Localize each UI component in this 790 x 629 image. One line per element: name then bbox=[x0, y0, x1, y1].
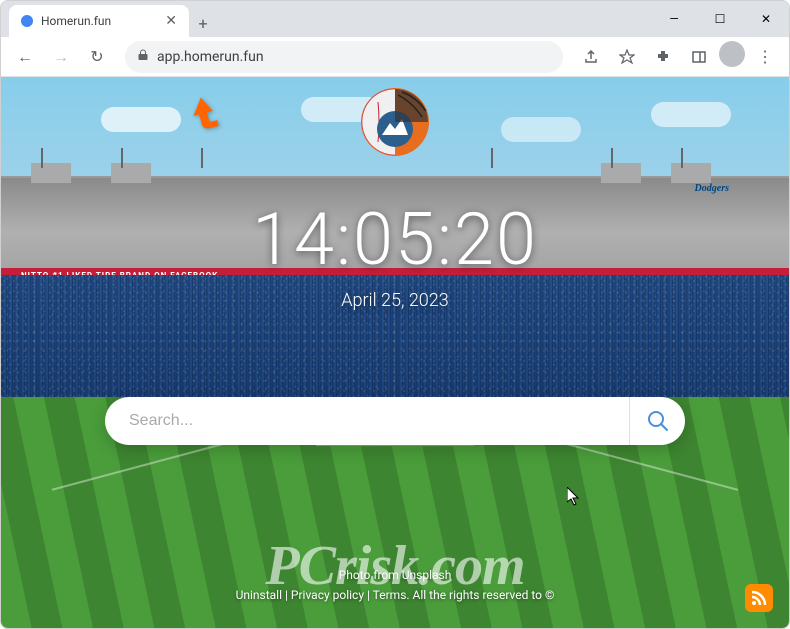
search-bar bbox=[105, 397, 685, 445]
photo-credit: Photo from Unsplash bbox=[1, 568, 789, 582]
browser-nav-bar: ← → ↻ app.homerun.fun ⋮ bbox=[1, 37, 789, 77]
share-button[interactable] bbox=[575, 41, 607, 73]
toolbar-icons: ⋮ bbox=[575, 41, 781, 73]
lock-icon bbox=[137, 49, 149, 64]
clock-date: April 25, 2023 bbox=[1, 290, 789, 311]
arrow-annotation bbox=[185, 93, 225, 137]
sidepanel-button[interactable] bbox=[683, 41, 715, 73]
forward-button[interactable]: → bbox=[45, 41, 77, 73]
url-text: app.homerun.fun bbox=[157, 49, 264, 65]
maximize-button[interactable]: ☐ bbox=[697, 1, 743, 37]
bookmark-button[interactable] bbox=[611, 41, 643, 73]
new-tab-button[interactable]: + bbox=[189, 9, 217, 37]
tab-title: Homerun.fun bbox=[41, 14, 111, 28]
mouse-cursor-icon bbox=[567, 487, 583, 511]
rss-button[interactable] bbox=[745, 584, 773, 612]
search-icon bbox=[647, 410, 669, 432]
profile-button[interactable] bbox=[719, 41, 745, 67]
browser-title-bar: Homerun.fun ✕ + — ☐ ✕ bbox=[1, 1, 789, 37]
back-button[interactable]: ← bbox=[9, 41, 41, 73]
browser-window: Homerun.fun ✕ + — ☐ ✕ ← → ↻ app.homerun.… bbox=[0, 0, 790, 629]
rss-icon bbox=[750, 589, 768, 607]
footer-links[interactable]: Uninstall | Privacy policy | Terms. All … bbox=[1, 588, 789, 602]
site-logo bbox=[360, 87, 430, 157]
clock-widget: 14:05:20 April 25, 2023 bbox=[1, 197, 789, 311]
close-window-button[interactable]: ✕ bbox=[743, 1, 789, 37]
browser-tab[interactable]: Homerun.fun ✕ bbox=[9, 5, 189, 37]
page-footer: Photo from Unsplash Uninstall | Privacy … bbox=[1, 562, 789, 608]
stadium-flags bbox=[41, 148, 43, 168]
extensions-button[interactable] bbox=[647, 41, 679, 73]
search-button[interactable] bbox=[629, 397, 685, 445]
window-controls: — ☐ ✕ bbox=[651, 1, 789, 37]
search-input[interactable] bbox=[105, 412, 629, 430]
tab-close-button[interactable]: ✕ bbox=[165, 13, 177, 29]
minimize-button[interactable]: — bbox=[651, 1, 697, 37]
reload-button[interactable]: ↻ bbox=[81, 41, 113, 73]
favicon-icon bbox=[21, 15, 33, 27]
page-content: Dodgers NITTO #1 LIKED TIRE BRAND ON FAC… bbox=[1, 77, 789, 628]
menu-button[interactable]: ⋮ bbox=[749, 41, 781, 73]
address-bar[interactable]: app.homerun.fun bbox=[125, 41, 563, 73]
dodgers-sign: Dodgers bbox=[695, 183, 729, 194]
clock-time: 14:05:20 bbox=[1, 197, 789, 282]
